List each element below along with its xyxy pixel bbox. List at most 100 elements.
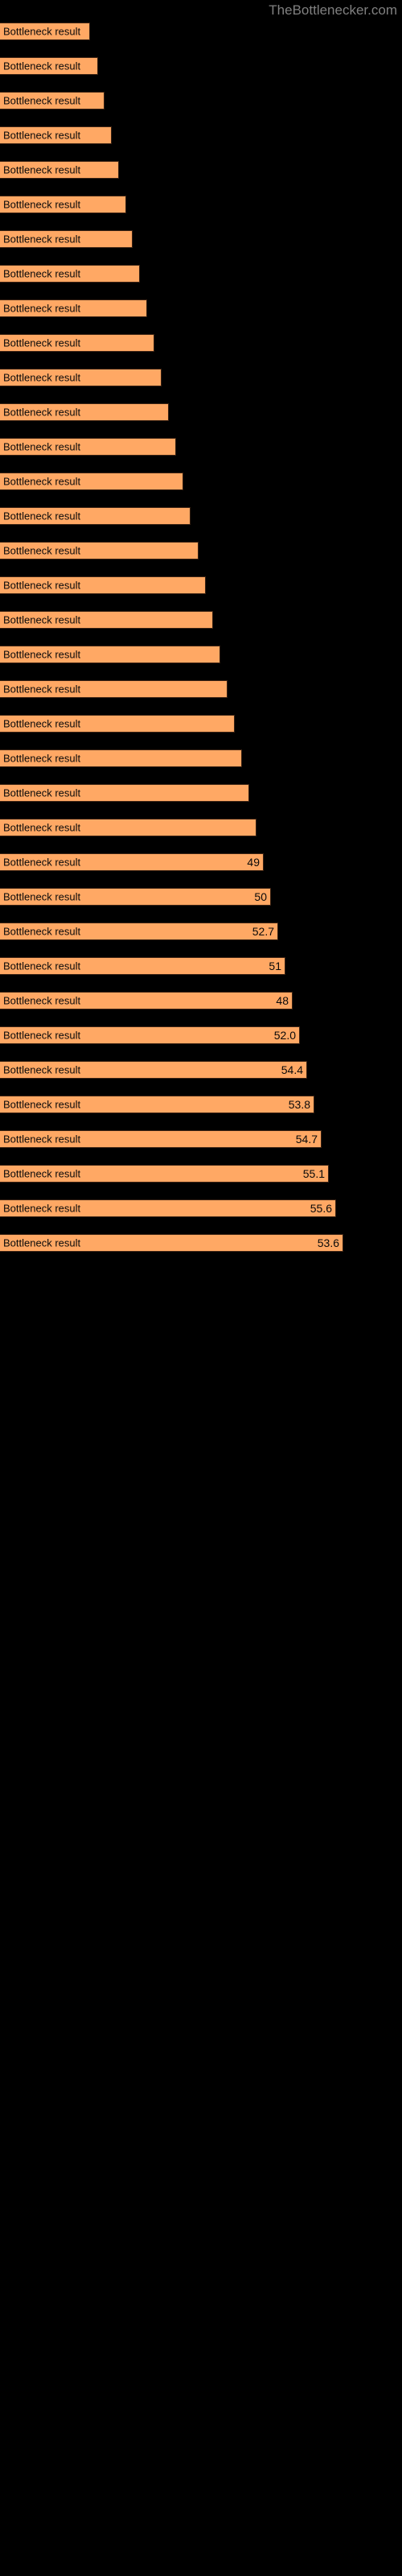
bar-value: 51 (269, 960, 281, 972)
bar-value: 53.8 (288, 1098, 310, 1111)
chart-bar-row[interactable]: Bottleneck result 49 (0, 853, 264, 871)
chart-bar-row[interactable]: Bottleneck result 55.6 (0, 1199, 336, 1217)
chart-bar-row[interactable]: Bottleneck result (0, 784, 249, 802)
chart-bar[interactable]: Bottleneck result (0, 334, 154, 352)
chart-bar-row[interactable]: Bottleneck result (0, 507, 191, 525)
chart-bar[interactable]: Bottleneck result (0, 473, 183, 490)
chart-bar-row[interactable]: Bottleneck result (0, 542, 199, 559)
chart-bar[interactable]: Bottleneck result 52.0 (0, 1026, 300, 1044)
chart-bar-row[interactable]: Bottleneck result (0, 23, 90, 40)
chart-bar-row[interactable]: Bottleneck result (0, 299, 147, 317)
chart-bar-row[interactable]: Bottleneck result (0, 403, 169, 421)
chart-bar-row[interactable]: Bottleneck result (0, 265, 140, 283)
bar-value: 53.6 (317, 1236, 339, 1249)
chart-bar-row[interactable]: Bottleneck result 48 (0, 992, 293, 1009)
chart-bar-row[interactable]: Bottleneck result (0, 126, 112, 144)
chart-bar-row[interactable]: Bottleneck result 55.1 (0, 1165, 329, 1183)
chart-bar[interactable]: Bottleneck result (0, 715, 235, 733)
chart-bar-row[interactable]: Bottleneck result (0, 576, 206, 594)
bar-label: Bottleneck result (3, 1063, 81, 1076)
chart-bar[interactable]: Bottleneck result 50 (0, 888, 271, 906)
bar-label: Bottleneck result (3, 1236, 81, 1249)
chart-bar[interactable]: Bottleneck result (0, 680, 228, 698)
chart-bar[interactable]: Bottleneck result 49 (0, 853, 264, 871)
chart-bar-row[interactable]: Bottleneck result 50 (0, 888, 271, 906)
chart-bar-row[interactable]: Bottleneck result (0, 438, 176, 456)
chart-bar-row[interactable]: Bottleneck result (0, 749, 242, 767)
chart-bar-row[interactable]: Bottleneck result (0, 611, 213, 629)
chart-bar[interactable]: Bottleneck result (0, 161, 119, 179)
chart-bar[interactable]: Bottleneck result (0, 819, 256, 836)
chart-bar-row[interactable]: Bottleneck result 52.0 (0, 1026, 300, 1044)
bar-label: Bottleneck result (3, 821, 81, 834)
bar-label: Bottleneck result (3, 1133, 81, 1146)
chart-bar[interactable]: Bottleneck result 48 (0, 992, 293, 1009)
chart-bar-row[interactable]: Bottleneck result (0, 715, 235, 733)
chart-bar-row[interactable]: Bottleneck result (0, 819, 256, 836)
chart-bar-row[interactable]: Bottleneck result (0, 92, 105, 109)
bar-label: Bottleneck result (3, 786, 81, 799)
chart-bar[interactable]: Bottleneck result (0, 23, 90, 40)
chart-bar[interactable]: Bottleneck result (0, 126, 112, 144)
chart-bar-row[interactable]: Bottleneck result 53.6 (0, 1234, 343, 1252)
chart-bar[interactable]: Bottleneck result (0, 230, 133, 248)
chart-bar[interactable]: Bottleneck result 53.6 (0, 1234, 343, 1252)
bar-label: Bottleneck result (3, 613, 81, 626)
bar-label: Bottleneck result (3, 129, 81, 142)
chart-bar-row[interactable]: Bottleneck result (0, 473, 183, 490)
chart-bar-row[interactable]: Bottleneck result 53.8 (0, 1096, 314, 1113)
chart-bar-row[interactable]: Bottleneck result (0, 369, 162, 386)
bar-label: Bottleneck result (3, 925, 81, 938)
bar-value: 49 (247, 856, 260, 869)
chart-bar[interactable]: Bottleneck result (0, 369, 162, 386)
chart-bar[interactable]: Bottleneck result (0, 265, 140, 283)
bar-label: Bottleneck result (3, 683, 81, 696)
bar-label: Bottleneck result (3, 994, 81, 1007)
bar-label: Bottleneck result (3, 60, 81, 72)
chart-bar[interactable]: Bottleneck result (0, 784, 249, 802)
chart-bar[interactable]: Bottleneck result 51 (0, 957, 285, 975)
chart-bar[interactable]: Bottleneck result 54.4 (0, 1061, 307, 1079)
bar-label: Bottleneck result (3, 302, 81, 315)
bar-label: Bottleneck result (3, 648, 81, 661)
chart-bar-row[interactable]: Bottleneck result (0, 161, 119, 179)
bar-value: 55.1 (302, 1167, 325, 1180)
chart-bar-row[interactable]: Bottleneck result (0, 230, 133, 248)
bar-label: Bottleneck result (3, 960, 81, 972)
chart-bar-row[interactable]: Bottleneck result 52.7 (0, 923, 278, 940)
chart-bar-row[interactable]: Bottleneck result (0, 196, 126, 213)
chart-bar[interactable]: Bottleneck result (0, 542, 199, 559)
bar-label: Bottleneck result (3, 198, 81, 211)
chart-bar[interactable]: Bottleneck result 53.8 (0, 1096, 314, 1113)
chart-bar-row[interactable]: Bottleneck result (0, 680, 228, 698)
chart-bar[interactable]: Bottleneck result 54.7 (0, 1130, 322, 1148)
bar-label: Bottleneck result (3, 544, 81, 557)
chart-bar[interactable]: Bottleneck result (0, 57, 98, 75)
chart-bar[interactable]: Bottleneck result (0, 403, 169, 421)
chart-bar-row[interactable]: Bottleneck result (0, 334, 154, 352)
bar-label: Bottleneck result (3, 267, 81, 280)
bar-value: 48 (276, 994, 289, 1007)
chart-bar-row[interactable]: Bottleneck result 54.4 (0, 1061, 307, 1079)
chart-bar[interactable]: Bottleneck result (0, 92, 105, 109)
bar-label: Bottleneck result (3, 440, 81, 453)
chart-bar-row[interactable]: Bottleneck result (0, 646, 220, 663)
chart-bar[interactable]: Bottleneck result 55.1 (0, 1165, 329, 1183)
chart-bar[interactable]: Bottleneck result (0, 749, 242, 767)
chart-bar[interactable]: Bottleneck result 52.7 (0, 923, 278, 940)
chart-bar[interactable]: Bottleneck result (0, 438, 176, 456)
chart-bar[interactable]: Bottleneck result (0, 507, 191, 525)
bar-label: Bottleneck result (3, 163, 81, 176)
chart-bar-row[interactable]: Bottleneck result 54.7 (0, 1130, 322, 1148)
bar-label: Bottleneck result (3, 1029, 81, 1042)
chart-bar[interactable]: Bottleneck result (0, 646, 220, 663)
chart-bar[interactable]: Bottleneck result (0, 196, 126, 213)
bar-value: 55.6 (310, 1202, 332, 1215)
bottleneck-bar-chart: Bottleneck result Bottleneck result Bottle… (0, 0, 402, 2576)
chart-bar[interactable]: Bottleneck result 55.6 (0, 1199, 336, 1217)
chart-bar[interactable]: Bottleneck result (0, 611, 213, 629)
chart-bar-row[interactable]: Bottleneck result (0, 57, 98, 75)
chart-bar[interactable]: Bottleneck result (0, 299, 147, 317)
chart-bar-row[interactable]: Bottleneck result 51 (0, 957, 285, 975)
chart-bar[interactable]: Bottleneck result (0, 576, 206, 594)
